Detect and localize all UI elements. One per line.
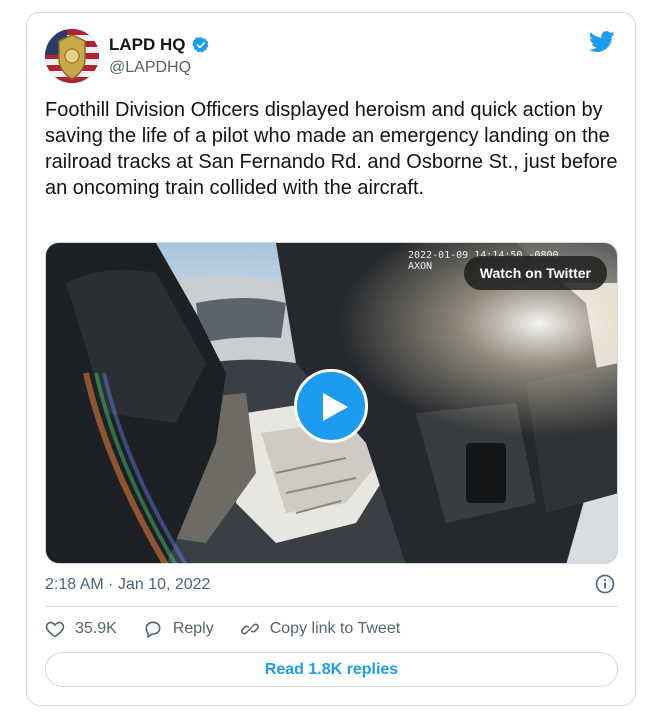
twitter-bird-icon[interactable] [589, 31, 615, 53]
tweet-text: Foothill Division Officers displayed her… [45, 99, 618, 199]
copy-link-label: Copy link to Tweet [269, 620, 401, 637]
heart-icon [45, 621, 65, 638]
video-player[interactable]: 2022-01-09 14:14:50 -0800 AXON Watch on … [45, 242, 618, 564]
copy-link-button[interactable]: Copy link to Tweet [240, 619, 400, 639]
link-icon [240, 623, 259, 635]
author-handle[interactable]: @LAPDHQ [109, 59, 191, 77]
tweet-actions: 35.9K Reply Copy link to Tweet [45, 619, 426, 639]
watch-on-twitter-button[interactable]: Watch on Twitter [463, 256, 607, 290]
play-icon [323, 393, 348, 421]
info-icon[interactable] [595, 574, 615, 594]
play-button[interactable] [294, 369, 368, 443]
author-name[interactable]: LAPD HQ [109, 35, 186, 55]
like-count: 35.9K [75, 620, 117, 637]
avatar[interactable] [45, 29, 99, 83]
verified-badge-icon [191, 37, 209, 53]
reply-button[interactable]: Reply [143, 619, 214, 639]
like-button[interactable]: 35.9K [45, 619, 117, 639]
divider [45, 606, 618, 607]
reply-bubble-icon [145, 621, 161, 638]
read-replies-button[interactable]: Read 1.8K replies [45, 652, 618, 687]
tweet-timestamp[interactable]: 2:18 AM · Jan 10, 2022 [45, 576, 210, 594]
tweet-card: LAPD HQ @LAPDHQ Foothill Division Office… [26, 12, 636, 706]
reply-label: Reply [172, 620, 214, 637]
